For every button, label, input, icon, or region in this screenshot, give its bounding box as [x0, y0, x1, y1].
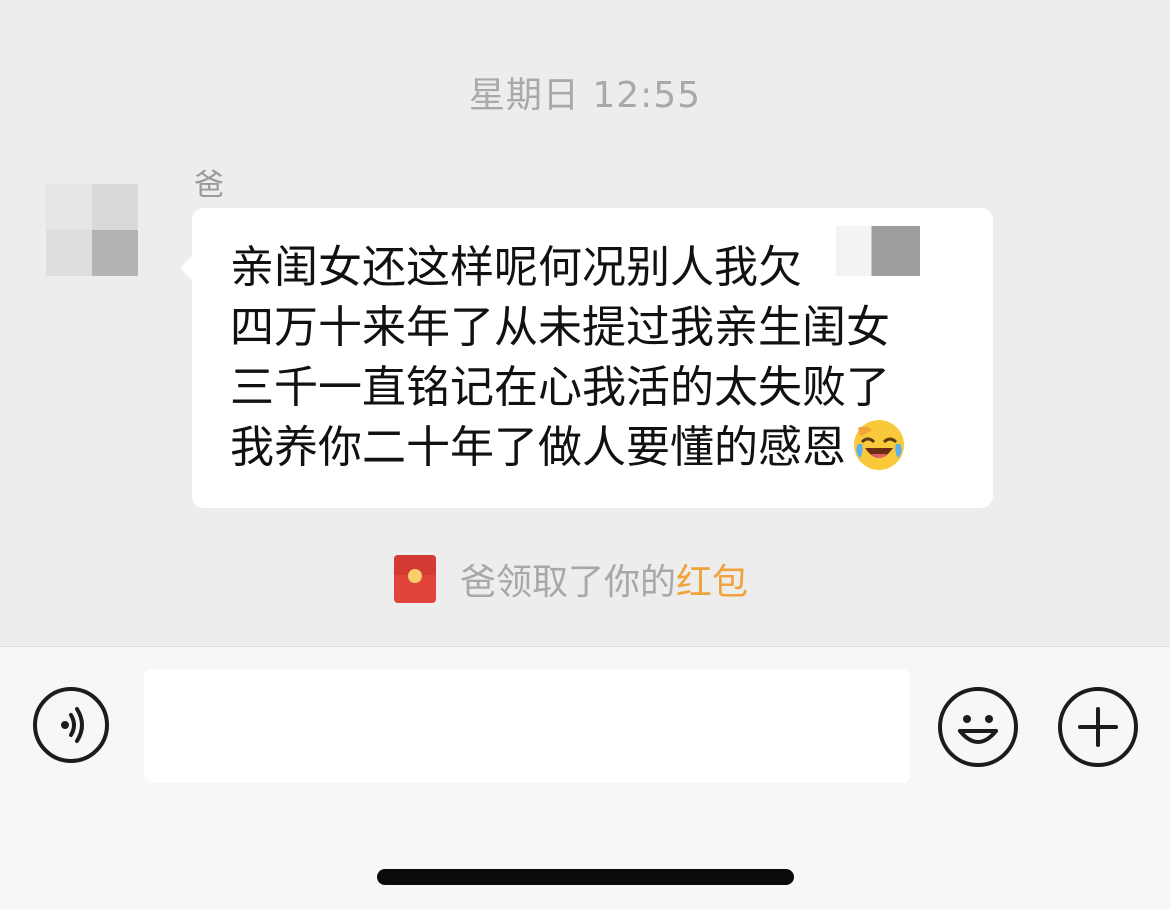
message-text: 亲闺女还这样呢何况别人我欠 四万十来年了从未提过我亲生闺女 三千一直铭记在心我活…: [230, 238, 906, 488]
message-line: 我养你二十年了做人要懂的感恩: [230, 418, 906, 488]
message-line: 四万十来年了从未提过我亲生闺女: [230, 302, 890, 353]
input-bar: [0, 646, 1170, 909]
system-notice-text: 爸领取了你的: [460, 562, 677, 603]
sender-name: 爸: [194, 168, 224, 203]
message-line: 三千一直铭记在心我活的太失败了: [230, 362, 890, 413]
more-actions-button[interactable]: [1058, 687, 1138, 767]
emoji-button[interactable]: [938, 687, 1018, 767]
redacted-area: [836, 226, 920, 276]
red-packet-icon: [394, 555, 436, 603]
system-notice: 爸领取了你的 红包: [394, 553, 748, 605]
message-timestamp: 星期日 12:55: [468, 75, 702, 116]
home-indicator[interactable]: [377, 869, 794, 885]
laughing-crying-face-icon: [852, 418, 906, 488]
bubble-tail: [180, 256, 192, 280]
voice-input-button[interactable]: [33, 687, 109, 763]
chat-area: 星期日 12:55 爸 亲闺女还这样呢何况别人我欠 四万十来年了从未提过我亲生闺…: [0, 0, 1170, 646]
message-line: 亲闺女还这样呢何况别人我欠: [230, 242, 802, 293]
red-packet-link[interactable]: 红包: [676, 553, 748, 605]
avatar[interactable]: [46, 184, 138, 276]
message-input[interactable]: [144, 669, 910, 783]
